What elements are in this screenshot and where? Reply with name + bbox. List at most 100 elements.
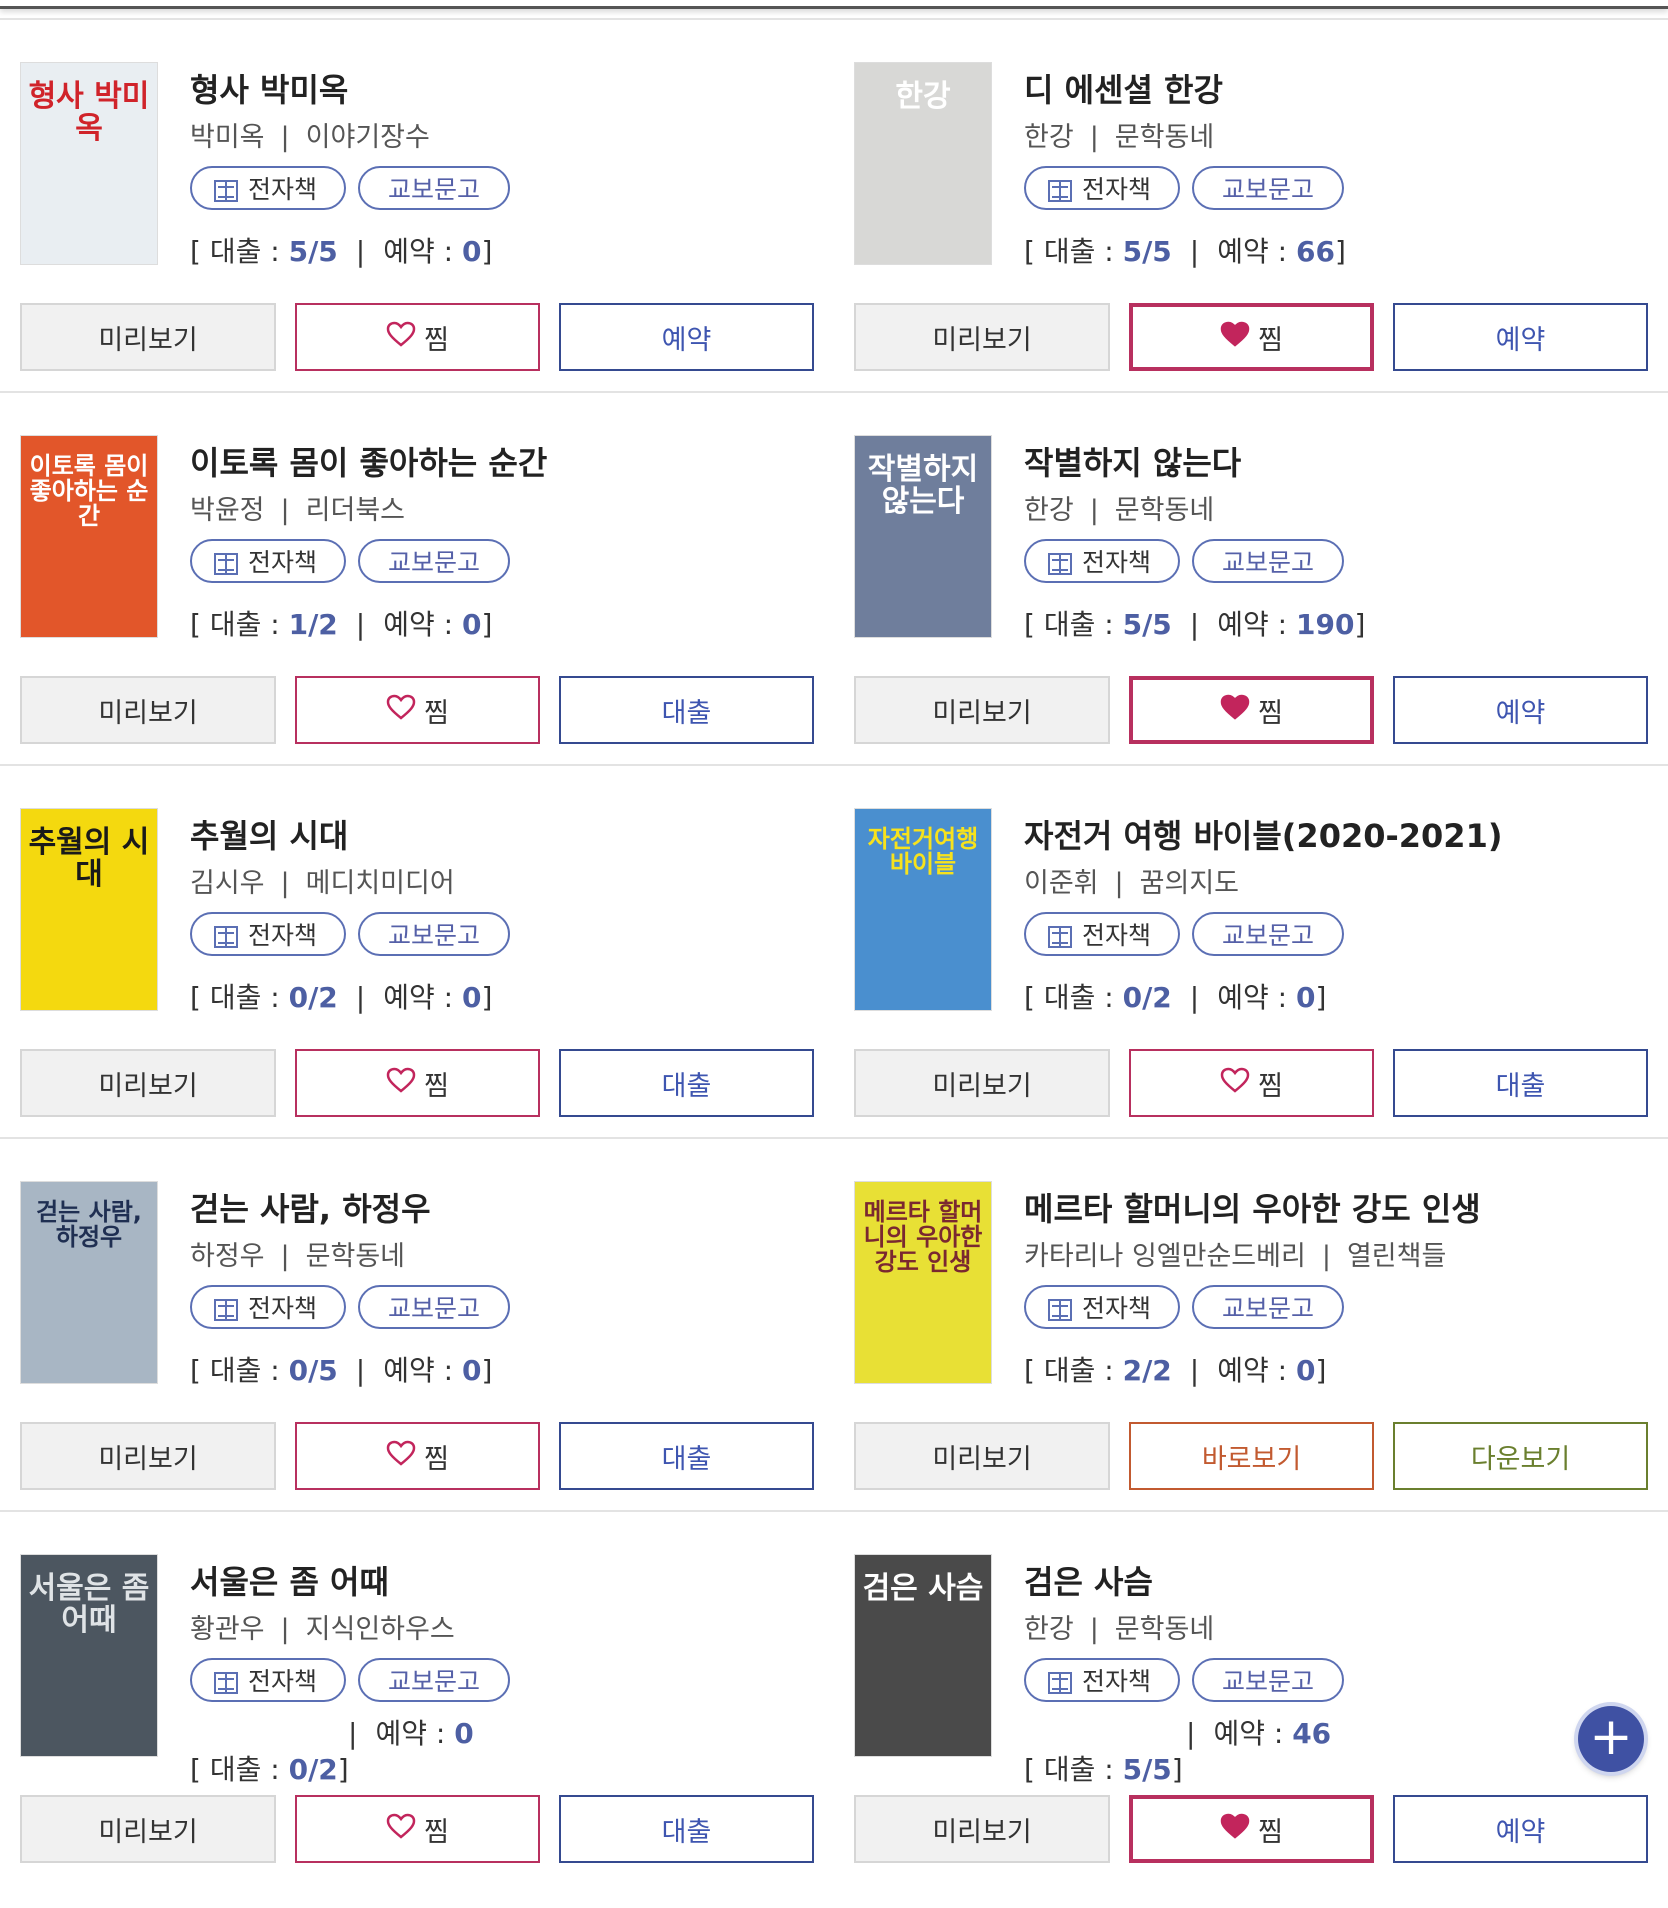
preview-button[interactable]: 미리보기 bbox=[20, 1049, 276, 1117]
reserve-label: 예약 : bbox=[1217, 1354, 1296, 1387]
availability: [ 대출 : 2/2 | 예약 : 0] bbox=[1024, 1349, 1326, 1389]
preview-button[interactable]: 미리보기 bbox=[20, 303, 276, 371]
kyobo-badge[interactable]: 교보문고 bbox=[358, 1285, 510, 1329]
book-cover[interactable]: 검은 사슴 bbox=[854, 1554, 992, 1757]
reserve-button[interactable]: 예약 bbox=[1393, 1795, 1648, 1863]
book-title[interactable]: 작별하지 않는다 bbox=[1024, 438, 1241, 484]
reserve-button[interactable]: 예약 bbox=[559, 303, 814, 371]
book-cover[interactable]: 추월의 시대 bbox=[20, 808, 158, 1011]
meta-separator: | bbox=[1114, 868, 1124, 899]
reserve-label: 예약 : bbox=[375, 1717, 455, 1750]
preview-button[interactable]: 미리보기 bbox=[854, 303, 1110, 371]
wish-button[interactable]: 찜 bbox=[295, 1422, 540, 1490]
format-badges: 전자책 교보문고 bbox=[1024, 539, 1344, 583]
book-cover[interactable]: 걷는 사람, 하정우 bbox=[20, 1181, 158, 1384]
book-cover[interactable]: 작별하지 않는다 bbox=[854, 435, 992, 638]
ebook-badge[interactable]: 전자책 bbox=[1024, 912, 1180, 956]
ebook-badge[interactable]: 전자책 bbox=[190, 1285, 346, 1329]
ebook-badge[interactable]: 전자책 bbox=[190, 539, 346, 583]
stat-separator: | bbox=[355, 981, 366, 1014]
author: 이준휘 bbox=[1024, 868, 1099, 899]
kyobo-badge[interactable]: 교보문고 bbox=[358, 1658, 510, 1702]
add-fab-button[interactable]: + bbox=[1578, 1706, 1644, 1772]
wish-button[interactable]: 찜 bbox=[295, 676, 540, 744]
reserve-button[interactable]: 예약 bbox=[1393, 303, 1648, 371]
kyobo-badge[interactable]: 교보문고 bbox=[358, 166, 510, 210]
book-cover[interactable]: 메르타 할머니의 우아한 강도 인생 bbox=[854, 1181, 992, 1384]
book-title[interactable]: 검은 사슴 bbox=[1024, 1557, 1153, 1603]
stat-close: ] bbox=[481, 981, 493, 1014]
book-cover[interactable]: 자전거여행 바이블 bbox=[854, 808, 992, 1011]
loan-count: 5/5 bbox=[1122, 608, 1172, 641]
book-title[interactable]: 자전거 여행 바이블(2020-2021) bbox=[1024, 811, 1502, 857]
loan-label: [ 대출 : bbox=[1024, 1753, 1123, 1786]
publisher: 문학동네 bbox=[1114, 1614, 1215, 1645]
book-title[interactable]: 걷는 사람, 하정우 bbox=[190, 1184, 431, 1230]
kyobo-badge[interactable]: 교보문고 bbox=[1192, 166, 1344, 210]
book-item: 걷는 사람, 하정우 걷는 사람, 하정우 하정우 | 문학동네 전자책 교보문고 [ 대출 … bbox=[0, 1139, 832, 1490]
loan-count: 1/2 bbox=[288, 608, 338, 641]
book-item: 서울은 좀 어때 서울은 좀 어때 황관우 | 지식인하우스 전자책 교보문고 | 예약 : 0… bbox=[0, 1512, 832, 1863]
book-title[interactable]: 이토록 몸이 좋아하는 순간 bbox=[190, 438, 547, 484]
wish-button[interactable]: 찜 bbox=[295, 303, 540, 371]
ebook-badge[interactable]: 전자책 bbox=[190, 1658, 346, 1702]
ebook-badge[interactable]: 전자책 bbox=[1024, 1285, 1180, 1329]
book-cover[interactable]: 이토록 몸이 좋아하는 순간 bbox=[20, 435, 158, 638]
book-item: 형사 박미옥 형사 박미옥 박미옥 | 이야기장수 전자책 교보문고 [ 대출 : 5/5 | 예… bbox=[0, 20, 832, 371]
meta-separator: | bbox=[280, 868, 290, 899]
loan-label: [ 대출 : bbox=[190, 981, 289, 1014]
borrow-button[interactable]: 대출 bbox=[559, 1422, 814, 1490]
availability: [ 대출 : 0/2 | 예약 : 0] bbox=[190, 976, 492, 1016]
stat-close: ] bbox=[481, 1354, 493, 1387]
borrow-button[interactable]: 대출 bbox=[1393, 1049, 1648, 1117]
kyobo-badge[interactable]: 교보문고 bbox=[1192, 1285, 1344, 1329]
preview-button[interactable]: 미리보기 bbox=[854, 676, 1110, 744]
ebook-badge[interactable]: 전자책 bbox=[1024, 1658, 1180, 1702]
kyobo-badge[interactable]: 교보문고 bbox=[1192, 1658, 1344, 1702]
wish-button[interactable]: 찜 bbox=[1129, 1795, 1374, 1863]
book-title[interactable]: 추월의 시대 bbox=[190, 811, 348, 857]
preview-button[interactable]: 미리보기 bbox=[20, 1795, 276, 1863]
ebook-label: 전자책 bbox=[1082, 1294, 1152, 1323]
book-cover[interactable]: 서울은 좀 어때 bbox=[20, 1554, 158, 1757]
book-title[interactable]: 메르타 할머니의 우아한 강도 인생 bbox=[1024, 1184, 1481, 1230]
download-button[interactable]: 다운보기 bbox=[1393, 1422, 1648, 1490]
wish-button[interactable]: 찜 bbox=[1129, 303, 1374, 371]
ebook-badge[interactable]: 전자책 bbox=[1024, 539, 1180, 583]
stat-separator: | bbox=[1189, 235, 1200, 268]
read-now-button[interactable]: 바로보기 bbox=[1129, 1422, 1374, 1490]
preview-button[interactable]: 미리보기 bbox=[854, 1795, 1110, 1863]
format-badges: 전자책 교보문고 bbox=[1024, 166, 1344, 210]
ebook-badge[interactable]: 전자책 bbox=[1024, 166, 1180, 210]
borrow-button[interactable]: 대출 bbox=[559, 1795, 814, 1863]
publisher: 열린책들 bbox=[1346, 1241, 1447, 1272]
reserve-button[interactable]: 예약 bbox=[1393, 676, 1648, 744]
ebook-badge[interactable]: 전자책 bbox=[190, 166, 346, 210]
cover-title: 형사 박미옥 bbox=[28, 79, 150, 146]
cover-title: 검은 사슴 bbox=[862, 1571, 984, 1606]
ebook-badge[interactable]: 전자책 bbox=[190, 912, 346, 956]
book-cover[interactable]: 한강 bbox=[854, 62, 992, 265]
book-title[interactable]: 서울은 좀 어때 bbox=[190, 1557, 389, 1603]
preview-button[interactable]: 미리보기 bbox=[854, 1049, 1110, 1117]
preview-button[interactable]: 미리보기 bbox=[854, 1422, 1110, 1490]
kyobo-badge[interactable]: 교보문고 bbox=[358, 912, 510, 956]
borrow-button[interactable]: 대출 bbox=[559, 676, 814, 744]
kyobo-badge[interactable]: 교보문고 bbox=[1192, 539, 1344, 583]
borrow-button[interactable]: 대출 bbox=[559, 1049, 814, 1117]
preview-button[interactable]: 미리보기 bbox=[20, 676, 276, 744]
stat-close: ] bbox=[337, 1753, 349, 1786]
book-title[interactable]: 디 에센셜 한강 bbox=[1024, 65, 1223, 111]
loan-label: [ 대출 : bbox=[190, 235, 289, 268]
wish-button[interactable]: 찜 bbox=[295, 1049, 540, 1117]
kyobo-badge[interactable]: 교보문고 bbox=[358, 539, 510, 583]
book-title[interactable]: 형사 박미옥 bbox=[190, 65, 348, 111]
wish-button[interactable]: 찜 bbox=[295, 1795, 540, 1863]
kyobo-badge[interactable]: 교보문고 bbox=[1192, 912, 1344, 956]
wish-button[interactable]: 찜 bbox=[1129, 1049, 1374, 1117]
wish-button[interactable]: 찜 bbox=[1129, 676, 1374, 744]
book-cover[interactable]: 형사 박미옥 bbox=[20, 62, 158, 265]
book-item: 자전거여행 바이블 자전거 여행 바이블(2020-2021) 이준휘 | 꿈의지도 전자… bbox=[834, 766, 1666, 1117]
stat-close: ] bbox=[481, 235, 493, 268]
preview-button[interactable]: 미리보기 bbox=[20, 1422, 276, 1490]
